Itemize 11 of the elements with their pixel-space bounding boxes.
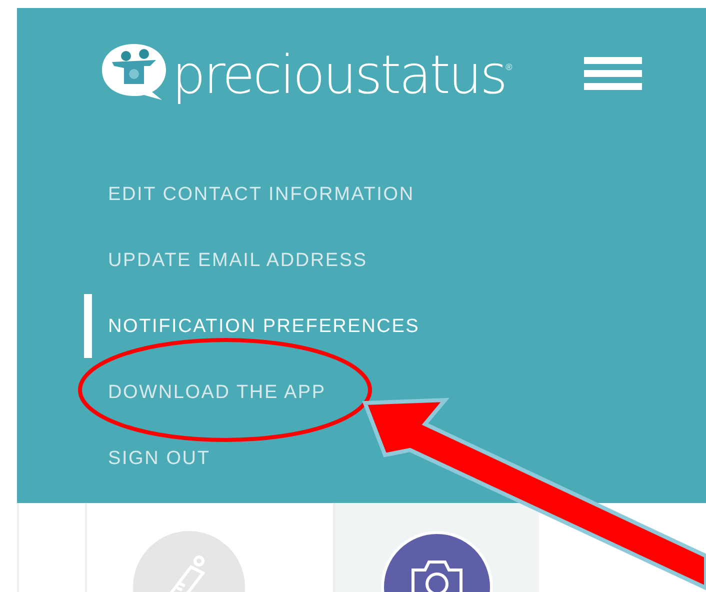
camera-icon — [411, 558, 463, 592]
menu-button[interactable] — [584, 56, 642, 90]
selected-indicator — [84, 294, 92, 358]
tile[interactable] — [333, 503, 539, 592]
menu-item[interactable]: SIGN OUT — [108, 444, 210, 474]
menu-item[interactable]: EDIT CONTACT INFORMATION — [108, 180, 414, 210]
logo-text: precioustatus — [172, 48, 506, 102]
menu-item[interactable]: DOWNLOAD THE APP — [108, 378, 326, 408]
registered-mark: ® — [506, 60, 512, 74]
menu-item[interactable]: NOTIFICATION PREFERENCES — [108, 312, 420, 342]
menu-item[interactable]: UPDATE EMAIL ADDRESS — [108, 246, 368, 276]
